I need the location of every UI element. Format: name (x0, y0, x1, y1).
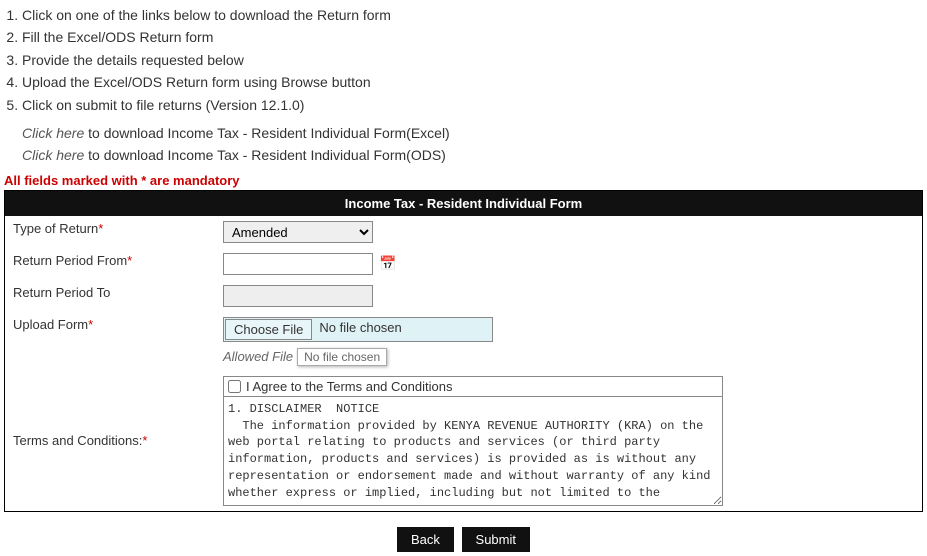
file-tooltip: No file chosen (297, 348, 387, 366)
return-from-label: Return Period From (13, 253, 127, 268)
instruction-item: Fill the Excel/ODS Return form (22, 26, 923, 48)
instruction-item: Provide the details requested below (22, 49, 923, 71)
mandatory-note: All fields marked with * are mandatory (4, 173, 923, 188)
submit-button[interactable]: Submit (462, 527, 530, 552)
agree-checkbox[interactable] (228, 380, 241, 393)
calendar-icon[interactable]: 📅 (379, 255, 396, 272)
return-to-input (223, 285, 373, 307)
choose-file-button[interactable]: Choose File (225, 319, 312, 340)
return-from-input[interactable] (223, 253, 373, 275)
download-ods-link[interactable]: Click here (22, 147, 84, 163)
instruction-item: Upload the Excel/ODS Return form using B… (22, 71, 923, 93)
return-to-label: Return Period To (13, 285, 110, 300)
form-container: Income Tax - Resident Individual Form Ty… (4, 190, 923, 512)
allowed-file-label: Allowed File (223, 349, 293, 364)
download-excel-desc: to download Income Tax - Resident Indivi… (84, 125, 449, 141)
file-input[interactable]: Choose File No file chosen (223, 317, 493, 342)
agree-label: I Agree to the Terms and Conditions (246, 379, 452, 394)
type-of-return-select[interactable]: Amended (223, 221, 373, 243)
download-excel-link[interactable]: Click here (22, 125, 84, 141)
type-of-return-label: Type of Return (13, 221, 98, 236)
upload-form-label: Upload Form (13, 317, 88, 332)
download-ods-desc: to download Income Tax - Resident Indivi… (84, 147, 446, 163)
instruction-item: Click on one of the links below to downl… (22, 4, 923, 26)
terms-textarea[interactable]: 1. DISCLAIMER NOTICE The information pro… (223, 396, 723, 506)
form-title: Income Tax - Resident Individual Form (5, 191, 922, 216)
instruction-list: Click on one of the links below to downl… (4, 4, 923, 116)
download-links: Click here to download Income Tax - Resi… (4, 122, 923, 167)
terms-label: Terms and Conditions: (13, 433, 142, 448)
file-status: No file chosen (313, 318, 407, 341)
instruction-item: Click on submit to file returns (Version… (22, 94, 923, 116)
back-button[interactable]: Back (397, 527, 454, 552)
